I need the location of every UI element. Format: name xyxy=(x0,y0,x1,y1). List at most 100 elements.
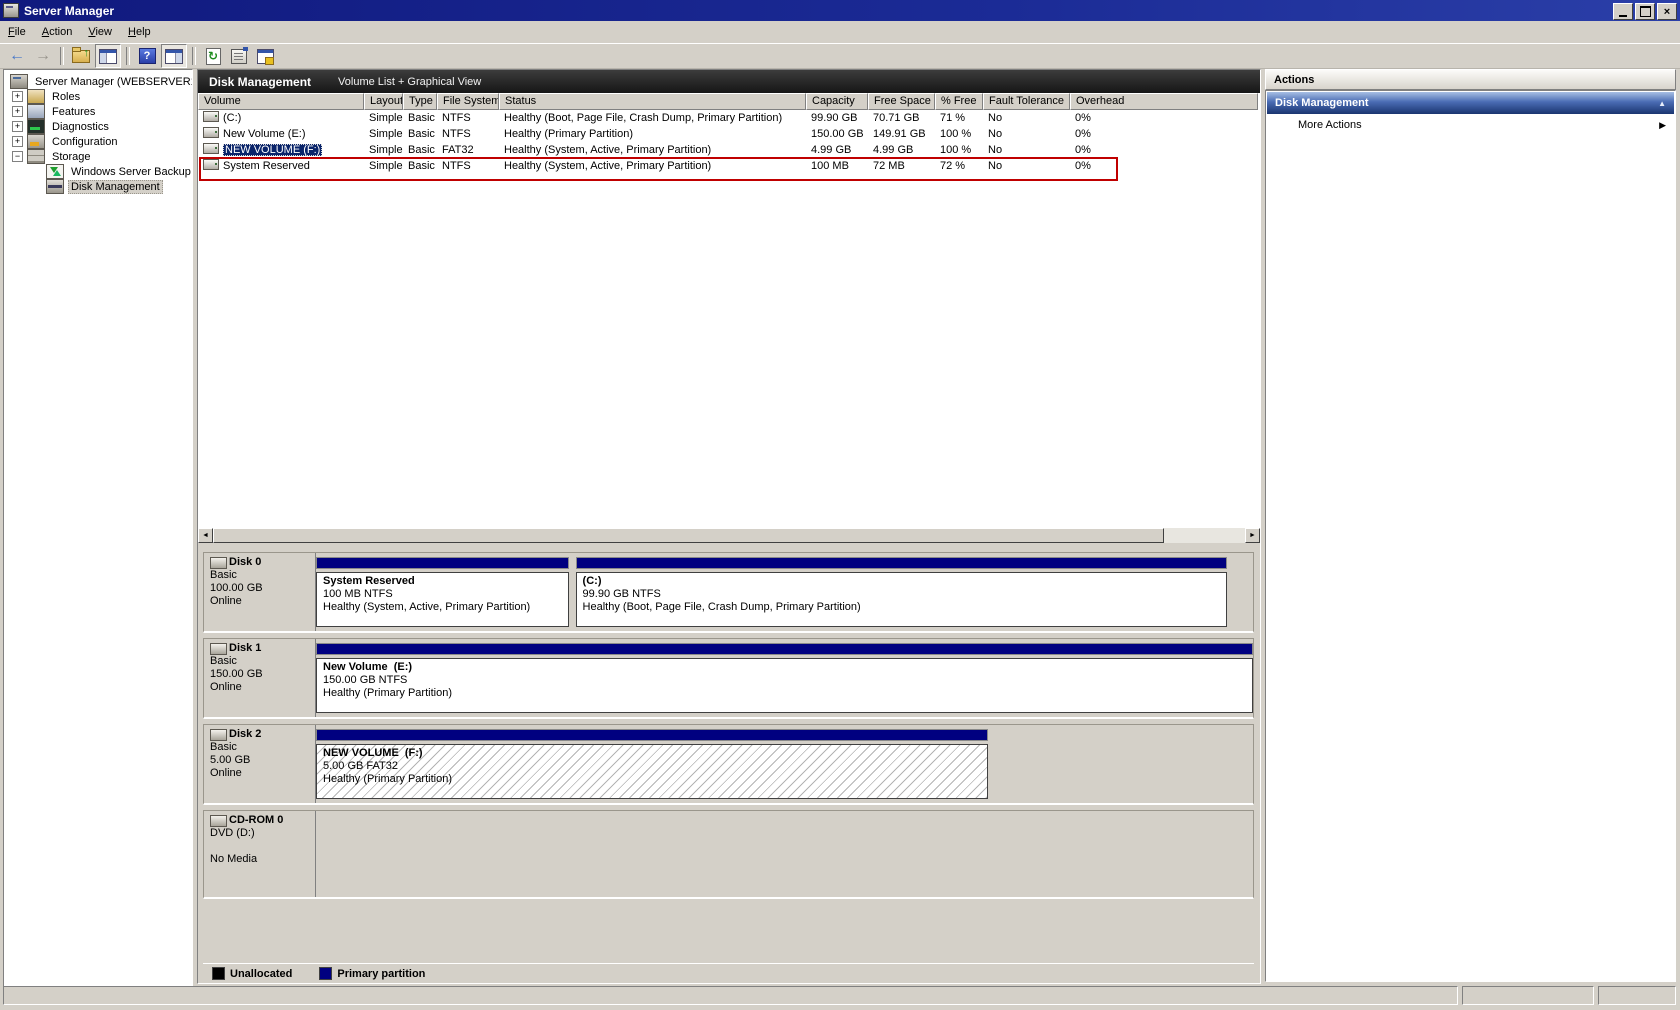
column-header-volume[interactable]: Volume xyxy=(198,93,364,110)
partition-info: 99.90 GB NTFS xyxy=(583,588,1220,601)
tree-item-label: Roles xyxy=(49,91,83,103)
partition-box[interactable]: System Reserved100 MB NTFSHealthy (Syste… xyxy=(316,572,569,627)
show-hide-console-tree-button[interactable] xyxy=(95,44,121,68)
app-icon xyxy=(3,3,19,18)
expand-box[interactable]: + xyxy=(12,106,23,117)
expand-box[interactable]: + xyxy=(12,121,23,132)
tree-item-storage[interactable]: − Storage xyxy=(4,149,192,164)
diagnostics-icon xyxy=(27,119,45,134)
menu-help[interactable]: Help xyxy=(120,23,159,41)
cell-volume: System Reserved xyxy=(198,158,364,174)
partition-box[interactable]: (C:)99.90 GB NTFSHealthy (Boot, Page Fil… xyxy=(576,572,1227,627)
disk-name: Disk 1 xyxy=(229,642,261,655)
storage-icon xyxy=(27,149,45,164)
tree-item-label: Diagnostics xyxy=(49,121,112,133)
forward-button[interactable]: → xyxy=(31,45,55,67)
console-tree-pane: Server Manager (WEBSERVER1) + Roles+Featur… xyxy=(3,69,193,988)
volume-list: VolumeLayoutTypeFile SystemStatusCapacit… xyxy=(198,93,1260,528)
more-actions-item[interactable]: More Actions ▶ xyxy=(1266,115,1675,135)
tree-item-disk-management[interactable]: Disk Management xyxy=(4,179,192,194)
close-button[interactable]: × xyxy=(1657,3,1677,20)
disk-label[interactable]: Disk 1Basic150.00 GBOnline xyxy=(204,639,316,717)
partition-new-volume-f-: NEW VOLUME (F:)5.00 GB FAT32Healthy (Pri… xyxy=(316,729,988,799)
maximize-button[interactable] xyxy=(1635,3,1655,20)
disk-size: 5.00 GB xyxy=(210,754,315,767)
tree-item-label: Disk Management xyxy=(68,180,163,194)
partition-info: 150.00 GB NTFS xyxy=(323,674,1246,687)
tree-item-server-manager-webserver1-[interactable]: Server Manager (WEBSERVER1) xyxy=(4,74,192,89)
volume-name: NEW VOLUME (F:) xyxy=(223,144,322,156)
partition-box[interactable]: New Volume (E:)150.00 GB NTFSHealthy (Pr… xyxy=(316,658,1253,713)
column-header-capacity[interactable]: Capacity xyxy=(806,93,868,110)
help-button[interactable]: ? xyxy=(135,45,159,67)
minimize-button[interactable] xyxy=(1613,3,1633,20)
volume-name: New Volume (E:) xyxy=(223,128,306,140)
menu-file[interactable]: File xyxy=(0,23,34,41)
collapse-box[interactable]: − xyxy=(12,151,23,162)
disk-label[interactable]: CD-ROM 0DVD (D:) No Media xyxy=(204,811,316,897)
partition-status-bar xyxy=(316,643,1253,655)
partition-health: Healthy (System, Active, Primary Partiti… xyxy=(323,601,562,614)
tree-item-configuration[interactable]: + Configuration xyxy=(4,134,192,149)
disk-icon xyxy=(210,643,227,655)
cell-free_space: 149.91 GB xyxy=(868,126,935,142)
scroll-left-button[interactable]: ◄ xyxy=(198,528,213,543)
column-header-layout[interactable]: Layout xyxy=(364,93,403,110)
column-header-status[interactable]: Status xyxy=(499,93,806,110)
cell-type: Basic xyxy=(403,110,437,126)
scrollbar-thumb[interactable] xyxy=(213,528,1164,543)
column-header-file_system[interactable]: File System xyxy=(437,93,499,110)
cell-status: Healthy (System, Active, Primary Partiti… xyxy=(499,142,806,158)
column-header-type[interactable]: Type xyxy=(403,93,437,110)
tree-item-features[interactable]: +Features xyxy=(4,104,192,119)
tree-item-roles[interactable]: + Roles xyxy=(4,89,192,104)
actions-section-header[interactable]: Disk Management ▲ xyxy=(1267,92,1674,114)
tree-item-label: Storage xyxy=(49,151,94,163)
volume-row[interactable]: System ReservedSimpleBasicNTFSHealthy (S… xyxy=(198,158,1260,174)
expand-box[interactable]: + xyxy=(12,91,23,102)
column-header-free_space[interactable]: Free Space xyxy=(868,93,935,110)
refresh-button[interactable]: ↻ xyxy=(201,45,225,67)
up-one-level-icon: ↑ xyxy=(72,50,90,63)
disk-icon xyxy=(210,729,227,741)
disk-label[interactable]: Disk 2Basic5.00 GBOnline xyxy=(204,725,316,803)
volume-row[interactable]: New Volume (E:)SimpleBasicNTFSHealthy (P… xyxy=(198,126,1260,142)
column-header-overhead[interactable]: Overhead xyxy=(1070,93,1258,110)
disk-management-pane: Disk Management Volume List + Graphical … xyxy=(197,69,1261,984)
disk-state: Online xyxy=(210,595,315,608)
volume-row[interactable]: NEW VOLUME (F:)SimpleBasicFAT32Healthy (… xyxy=(198,142,1260,158)
partition--c-: (C:)99.90 GB NTFSHealthy (Boot, Page Fil… xyxy=(576,557,1227,627)
volume-row[interactable]: (C:)SimpleBasicNTFSHealthy (Boot, Page F… xyxy=(198,110,1260,126)
up-one-level-button[interactable]: ↑ xyxy=(69,45,93,67)
legend-swatch-primary-partition xyxy=(319,967,332,980)
column-header-fault_tolerance[interactable]: Fault Tolerance xyxy=(983,93,1070,110)
partition-status-bar xyxy=(316,557,569,569)
expand-box[interactable]: + xyxy=(12,136,23,147)
scroll-right-button[interactable]: ► xyxy=(1245,528,1260,543)
column-header-pct_free[interactable]: % Free xyxy=(935,93,983,110)
cell-fault_tolerance: No xyxy=(983,110,1070,126)
menu-view[interactable]: View xyxy=(80,23,120,41)
tree-item-diagnostics[interactable]: + Diagnostics xyxy=(4,119,192,134)
menu-action[interactable]: Action xyxy=(34,23,81,41)
cell-volume: New Volume (E:) xyxy=(198,126,364,142)
disk-label[interactable]: Disk 0Basic100.00 GBOnline xyxy=(204,553,316,631)
title-bar[interactable]: Server Manager × xyxy=(0,0,1680,21)
partition-box[interactable]: NEW VOLUME (F:)5.00 GB FAT32Healthy (Pri… xyxy=(316,744,988,799)
tree-item-label: Configuration xyxy=(49,136,120,148)
cell-layout: Simple xyxy=(364,142,403,158)
cell-free_space: 72 MB xyxy=(868,158,935,174)
actions-pane: Actions Disk Management ▲ More Actions ▶ xyxy=(1265,69,1676,982)
collapse-icon[interactable]: ▲ xyxy=(1658,99,1666,108)
properties-button[interactable] xyxy=(227,45,251,67)
partition-new-volume-e-: New Volume (E:)150.00 GB NTFSHealthy (Pr… xyxy=(316,643,1253,713)
back-button[interactable]: ← xyxy=(5,45,29,67)
cell-capacity: 99.90 GB xyxy=(806,110,868,126)
disk-kind: DVD (D:) xyxy=(210,827,315,840)
cell-overhead: 0% xyxy=(1070,110,1258,126)
console-options-button[interactable] xyxy=(253,45,277,67)
disk-size: 150.00 GB xyxy=(210,668,315,681)
horizontal-scrollbar[interactable]: ◄ ► xyxy=(198,528,1260,543)
tree-item-windows-server-backup[interactable]: Windows Server Backup xyxy=(4,164,192,179)
show-hide-action-pane-button[interactable] xyxy=(161,44,187,68)
